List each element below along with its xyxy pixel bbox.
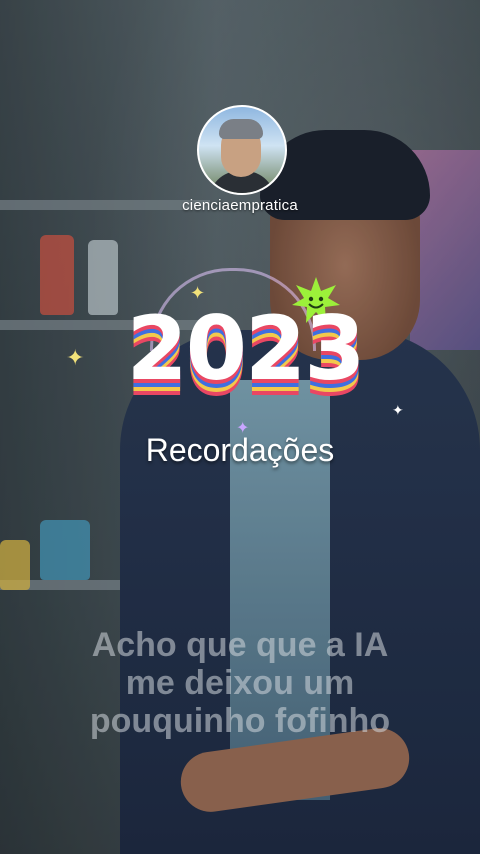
avatar-hair — [219, 119, 263, 139]
year-text: 2023 — [126, 297, 366, 400]
caption-line: me deixou um — [125, 664, 355, 702]
caption-text: Acho que que a IA me deixou um pouquinho… — [40, 626, 440, 740]
story-subtitle: Recordações — [145, 432, 335, 468]
avatar[interactable] — [197, 105, 287, 195]
year-badge: 2023 — [80, 255, 410, 435]
caption-line: pouquinho fofinho — [89, 702, 391, 740]
caption-line: Acho que que a IA — [91, 626, 389, 664]
username[interactable]: cienciaempratica — [0, 197, 480, 214]
story-screen[interactable]: cienciaempratica ✦ ✦ ✦ ✦ 2023 Recordaçõe… — [0, 0, 480, 854]
